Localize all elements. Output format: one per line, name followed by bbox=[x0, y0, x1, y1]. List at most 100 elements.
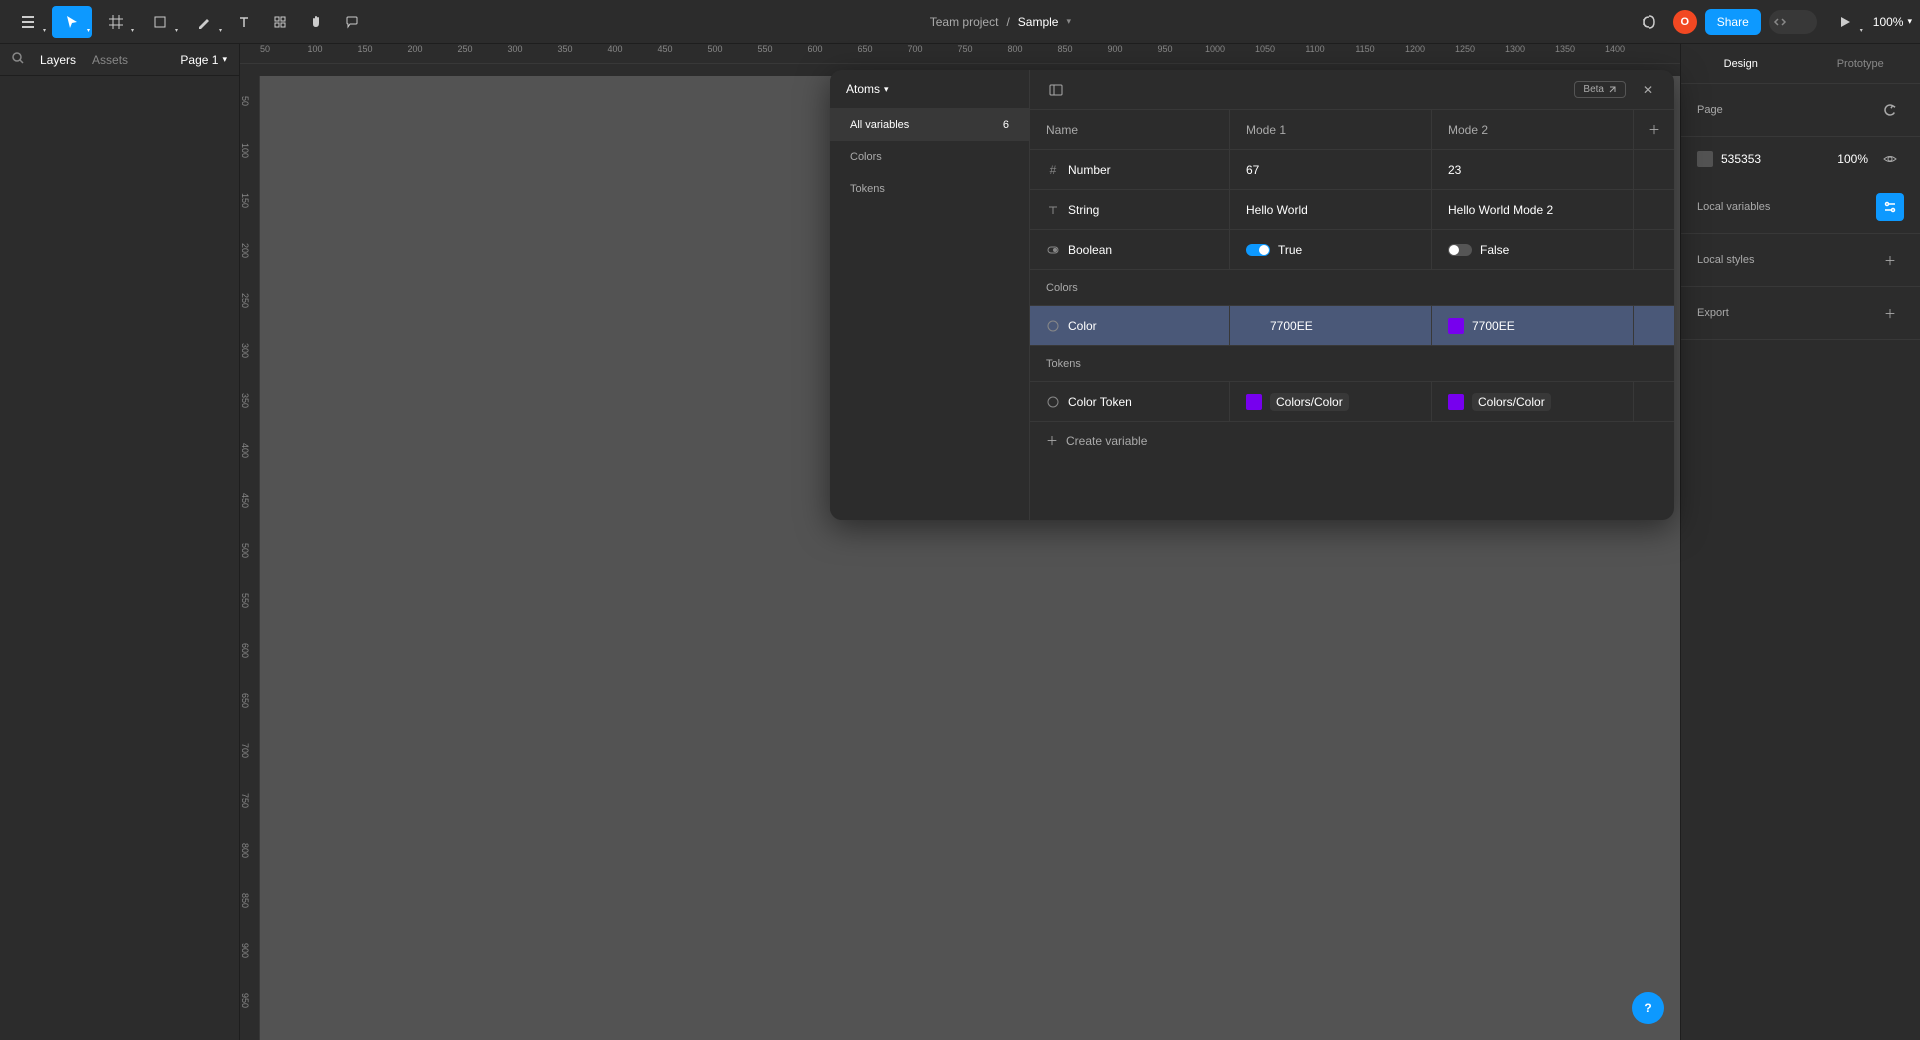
collection-dropdown[interactable]: Atoms ▾ bbox=[830, 70, 1029, 109]
color-swatch[interactable] bbox=[1246, 394, 1262, 410]
breadcrumb-separator: / bbox=[1006, 15, 1009, 29]
export-label: Export bbox=[1697, 307, 1729, 319]
color-swatch[interactable] bbox=[1448, 318, 1464, 334]
help-button[interactable]: ? bbox=[1632, 992, 1664, 1024]
chevron-down-icon: ▾ bbox=[43, 27, 46, 34]
chevron-down-icon: ▾ bbox=[1860, 27, 1863, 34]
variable-row-string[interactable]: String Hello World Hello World Mode 2 bbox=[1030, 190, 1674, 230]
right-panel: Design Prototype Page 535353 100% Local … bbox=[1680, 44, 1920, 1040]
prototype-tab[interactable]: Prototype bbox=[1801, 44, 1920, 83]
modal-main: Beta ✕ Name Mode 1 Mode 2 ＋ #Number 67 2… bbox=[1030, 70, 1674, 520]
boolean-toggle-m2[interactable] bbox=[1448, 244, 1472, 256]
page-section: Page bbox=[1681, 84, 1920, 137]
local-styles-section: Local styles ＋ bbox=[1681, 234, 1920, 287]
layers-tab[interactable]: Layers bbox=[40, 53, 76, 67]
page-section-title: Page bbox=[1697, 104, 1723, 116]
search-icon[interactable] bbox=[12, 52, 24, 67]
zoom-dropdown[interactable]: 100% ▾ bbox=[1873, 15, 1912, 29]
chevron-down-icon: ▾ bbox=[884, 84, 889, 95]
resources-tool-button[interactable] bbox=[264, 6, 296, 38]
bg-swatch[interactable] bbox=[1697, 151, 1713, 167]
page-dropdown[interactable]: Page 1 ▾ bbox=[180, 53, 227, 67]
toolbar-center: Team project / Sample ▾ bbox=[368, 15, 1633, 29]
design-tab[interactable]: Design bbox=[1681, 44, 1801, 83]
modal-sidebar: Atoms ▾ All variables 6 Colors Tokens bbox=[830, 70, 1030, 520]
move-tool-button[interactable]: ▾ bbox=[52, 6, 92, 38]
modal-columns-header: Name Mode 1 Mode 2 ＋ bbox=[1030, 110, 1674, 150]
chevron-down-icon: ▾ bbox=[87, 27, 90, 34]
color-swatch[interactable] bbox=[1246, 318, 1262, 334]
dev-mode-toggle[interactable] bbox=[1769, 10, 1817, 34]
present-button[interactable]: ▾ bbox=[1825, 6, 1865, 38]
rotate-icon[interactable] bbox=[1876, 96, 1904, 124]
col-mode1-header[interactable]: Mode 1 bbox=[1230, 110, 1432, 149]
horizontal-ruler: 5010015020025030035040045050055060065070… bbox=[240, 44, 1680, 64]
boolean-icon bbox=[1046, 243, 1060, 257]
assets-tab[interactable]: Assets bbox=[92, 53, 128, 67]
file-name[interactable]: Sample bbox=[1018, 15, 1059, 29]
toolbar-right: O Share ▾ 100% ▾ bbox=[1633, 6, 1912, 38]
chevron-down-icon: ▾ bbox=[219, 27, 222, 34]
number-icon: # bbox=[1046, 163, 1060, 177]
shape-tool-button[interactable]: ▾ bbox=[140, 6, 180, 38]
group-colors-header[interactable]: Colors bbox=[1030, 270, 1674, 306]
main-menu-button[interactable]: ▾ bbox=[8, 6, 48, 38]
create-variable-button[interactable]: ＋ Create variable bbox=[1030, 422, 1674, 459]
col-mode2-header[interactable]: Mode 2 bbox=[1432, 110, 1634, 149]
chevron-down-icon: ▾ bbox=[222, 54, 227, 65]
boolean-toggle-m1[interactable] bbox=[1246, 244, 1270, 256]
chevron-down-icon[interactable]: ▾ bbox=[1066, 16, 1071, 27]
text-tool-button[interactable] bbox=[228, 6, 260, 38]
audio-button[interactable] bbox=[1633, 6, 1665, 38]
export-section: Export ＋ bbox=[1681, 287, 1920, 340]
variable-row-color[interactable]: Color 7700EE 7700EE bbox=[1030, 306, 1674, 346]
color-icon bbox=[1046, 395, 1060, 409]
col-name-header: Name bbox=[1030, 110, 1230, 149]
variables-settings-button[interactable] bbox=[1876, 193, 1904, 221]
variable-row-number[interactable]: #Number 67 23 bbox=[1030, 150, 1674, 190]
close-button[interactable]: ✕ bbox=[1634, 76, 1662, 104]
vertical-ruler: 5010015020025030035040045050055060065070… bbox=[240, 76, 260, 1040]
team-name[interactable]: Team project bbox=[930, 15, 999, 29]
local-styles-label: Local styles bbox=[1697, 254, 1754, 266]
local-variables-section: Local variables bbox=[1681, 181, 1920, 234]
left-panel-header: Layers Assets Page 1 ▾ bbox=[0, 44, 239, 76]
sidebar-toggle-icon[interactable] bbox=[1042, 76, 1070, 104]
plus-icon: ＋ bbox=[1046, 432, 1058, 449]
right-panel-tabs: Design Prototype bbox=[1681, 44, 1920, 84]
color-swatch[interactable] bbox=[1448, 394, 1464, 410]
variable-row-boolean[interactable]: Boolean True False bbox=[1030, 230, 1674, 270]
beta-badge[interactable]: Beta bbox=[1574, 81, 1626, 98]
frame-tool-button[interactable]: ▾ bbox=[96, 6, 136, 38]
modal-header: Beta ✕ bbox=[1030, 70, 1674, 110]
add-style-button[interactable]: ＋ bbox=[1876, 246, 1904, 274]
local-variables-label: Local variables bbox=[1697, 201, 1770, 213]
left-panel: Layers Assets Page 1 ▾ bbox=[0, 44, 240, 1040]
main-toolbar: ▾ ▾ ▾ ▾ ▾ Team project bbox=[0, 0, 1920, 44]
add-mode-button[interactable]: ＋ bbox=[1634, 110, 1674, 149]
chevron-down-icon: ▾ bbox=[1907, 16, 1912, 27]
alias-chip[interactable]: Colors/Color bbox=[1472, 393, 1551, 411]
sidebar-all-variables[interactable]: All variables 6 bbox=[830, 109, 1029, 141]
sidebar-colors[interactable]: Colors bbox=[830, 141, 1029, 173]
share-button[interactable]: Share bbox=[1705, 9, 1761, 35]
bg-hex[interactable]: 535353 bbox=[1721, 152, 1761, 166]
page-bg-row: 535353 100% bbox=[1681, 137, 1920, 181]
alias-chip[interactable]: Colors/Color bbox=[1270, 393, 1349, 411]
color-icon bbox=[1046, 319, 1060, 333]
bg-opacity[interactable]: 100% bbox=[1837, 152, 1868, 166]
chevron-down-icon: ▾ bbox=[131, 27, 134, 34]
group-tokens-header[interactable]: Tokens bbox=[1030, 346, 1674, 382]
string-icon bbox=[1046, 203, 1060, 217]
toolbar-left: ▾ ▾ ▾ ▾ ▾ bbox=[8, 6, 368, 38]
hand-tool-button[interactable] bbox=[300, 6, 332, 38]
user-avatar[interactable]: O bbox=[1673, 10, 1697, 34]
comment-tool-button[interactable] bbox=[336, 6, 368, 38]
variables-modal: Atoms ▾ All variables 6 Colors Tokens Be… bbox=[830, 70, 1674, 520]
pen-tool-button[interactable]: ▾ bbox=[184, 6, 224, 38]
add-export-button[interactable]: ＋ bbox=[1876, 299, 1904, 327]
eye-icon[interactable] bbox=[1876, 145, 1904, 173]
sidebar-tokens[interactable]: Tokens bbox=[830, 173, 1029, 205]
chevron-down-icon: ▾ bbox=[175, 27, 178, 34]
variable-row-colortoken[interactable]: Color Token Colors/Color Colors/Color bbox=[1030, 382, 1674, 422]
